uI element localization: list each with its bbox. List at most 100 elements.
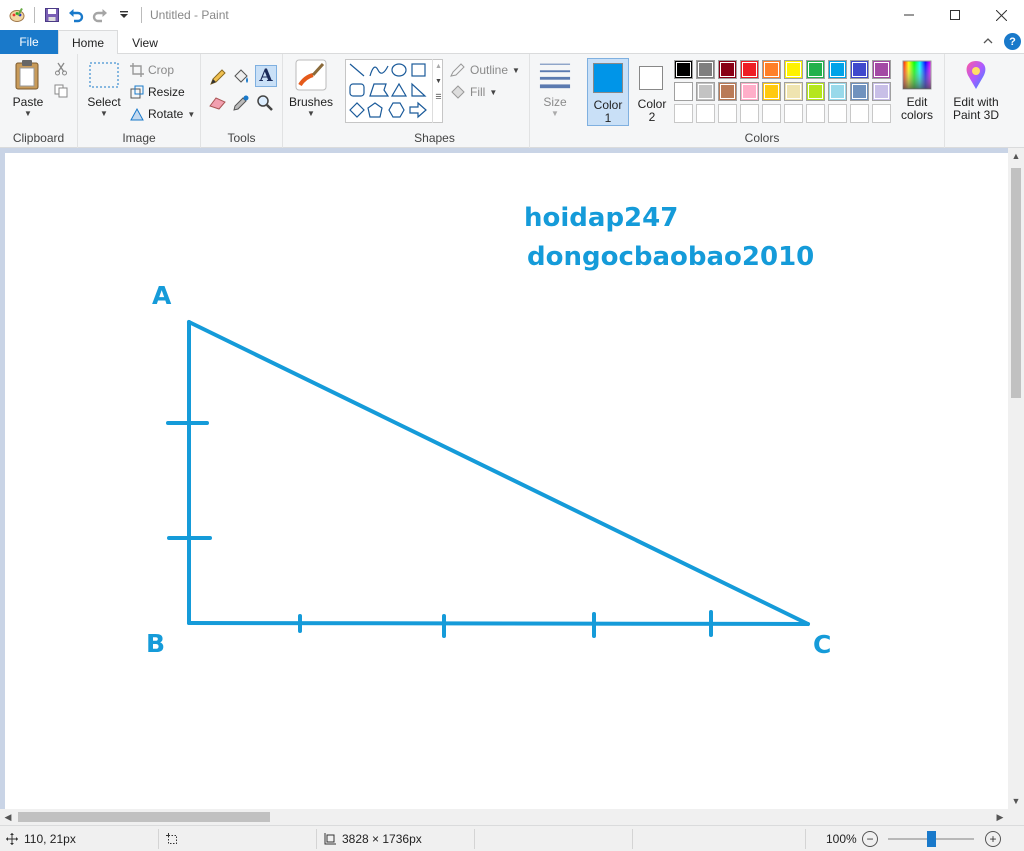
palette-color-swatch[interactable] xyxy=(718,82,737,101)
paint-app-icon[interactable] xyxy=(8,6,26,24)
tab-home[interactable]: Home xyxy=(58,30,118,55)
minimize-button[interactable] xyxy=(886,0,932,30)
color-picker-icon[interactable] xyxy=(232,94,250,115)
color2-button[interactable]: Color 2 xyxy=(631,58,673,126)
zoom-in-button[interactable]: + xyxy=(985,831,1001,847)
zoom-slider-thumb[interactable] xyxy=(927,831,936,847)
custom-color-slot[interactable] xyxy=(718,104,737,123)
minus-icon: − xyxy=(866,832,874,846)
outline-button[interactable]: Outline ▼ xyxy=(450,63,520,77)
window-title: Untitled - Paint xyxy=(150,8,229,22)
selection-size xyxy=(166,826,179,851)
edit-with-paint3d-label: Edit with Paint 3D xyxy=(953,96,999,122)
brushes-button[interactable]: Brushes ▼ xyxy=(289,58,333,118)
chevron-down-icon: ▼ xyxy=(1011,796,1021,806)
redo-icon[interactable] xyxy=(91,6,109,24)
paste-label: Paste xyxy=(12,95,44,109)
quick-access-toolbar xyxy=(0,6,144,24)
chevron-down-icon: ▼ xyxy=(551,109,559,118)
chevron-up-icon: ▲ xyxy=(435,63,442,70)
palette-color-swatch[interactable] xyxy=(674,82,693,101)
palette-color-swatch[interactable] xyxy=(872,82,891,101)
palette-color-swatch[interactable] xyxy=(718,60,737,79)
resize-button[interactable]: Resize xyxy=(130,85,185,99)
selection-size-icon xyxy=(166,832,177,844)
custom-color-slot[interactable] xyxy=(850,104,869,123)
copy-icon[interactable] xyxy=(54,84,68,101)
horizontal-scrollbar[interactable]: ◀ ▶ xyxy=(0,809,1008,825)
scroll-right-button[interactable]: ▶ xyxy=(992,809,1008,825)
undo-icon[interactable] xyxy=(67,6,85,24)
custom-color-slot[interactable] xyxy=(806,104,825,123)
edit-colors-button[interactable]: Edit colors xyxy=(898,58,936,122)
palette-color-swatch[interactable] xyxy=(784,82,803,101)
color1-label-line2: 1 xyxy=(604,111,612,125)
status-divider xyxy=(474,829,475,849)
custom-color-slot[interactable] xyxy=(872,104,891,123)
collapse-ribbon-button[interactable] xyxy=(980,33,996,49)
eraser-icon[interactable] xyxy=(209,96,227,113)
custom-color-slot[interactable] xyxy=(674,104,693,123)
palette-color-swatch[interactable] xyxy=(762,60,781,79)
palette-color-swatch[interactable] xyxy=(850,82,869,101)
palette-color-swatch[interactable] xyxy=(696,60,715,79)
cut-icon[interactable] xyxy=(54,62,68,79)
close-button[interactable] xyxy=(978,0,1024,30)
custom-color-slot[interactable] xyxy=(762,104,781,123)
horizontal-scroll-thumb[interactable] xyxy=(18,812,270,822)
palette-color-swatch[interactable] xyxy=(740,82,759,101)
custom-color-slot[interactable] xyxy=(828,104,847,123)
toolbar-separator xyxy=(34,7,35,23)
vertical-scroll-thumb[interactable] xyxy=(1011,168,1021,398)
select-button[interactable]: Select ▼ xyxy=(86,58,122,118)
paste-button[interactable]: Paste ▼ xyxy=(10,58,46,118)
customize-toolbar-icon[interactable] xyxy=(115,6,133,24)
clipboard-group-label: Clipboard xyxy=(12,131,65,145)
scroll-left-button[interactable]: ◀ xyxy=(0,809,16,825)
vertical-scrollbar[interactable]: ▲ ▼ xyxy=(1008,148,1024,809)
palette-color-swatch[interactable] xyxy=(696,82,715,101)
palette-color-swatch[interactable] xyxy=(872,60,891,79)
color1-button[interactable]: Color 1 xyxy=(587,58,629,126)
palette-color-swatch[interactable] xyxy=(828,82,847,101)
rotate-icon xyxy=(130,107,144,121)
palette-color-swatch[interactable] xyxy=(784,60,803,79)
palette-color-swatch[interactable] xyxy=(828,60,847,79)
drawing-canvas[interactable]: hoidap247 dongocbaobao2010 A B C xyxy=(5,153,1008,809)
rotate-label: Rotate xyxy=(148,107,184,121)
chevron-down-icon: ▼ xyxy=(187,109,196,119)
palette-color-swatch[interactable] xyxy=(740,60,759,79)
magnifier-icon[interactable] xyxy=(256,94,274,115)
line-size-icon xyxy=(539,58,571,92)
fill-bucket-icon[interactable] xyxy=(232,68,250,89)
palette-color-swatch[interactable] xyxy=(806,82,825,101)
custom-color-slot[interactable] xyxy=(784,104,803,123)
color-palette xyxy=(674,60,898,126)
shapes-scroll[interactable]: ▲ ▼ ☰ xyxy=(432,59,444,123)
vertex-label-a: A xyxy=(152,281,172,310)
pencil-icon[interactable] xyxy=(209,68,227,89)
custom-color-slot[interactable] xyxy=(696,104,715,123)
shapes-gallery[interactable] xyxy=(345,59,443,123)
maximize-button[interactable] xyxy=(932,0,978,30)
rotate-button[interactable]: Rotate ▼ xyxy=(130,107,195,121)
crop-button[interactable]: Crop xyxy=(130,63,174,77)
scroll-up-button[interactable]: ▲ xyxy=(1008,148,1024,164)
edit-with-paint3d-button[interactable]: Edit with Paint 3D xyxy=(947,58,1005,122)
help-button[interactable]: ? xyxy=(1004,33,1021,50)
palette-color-swatch[interactable] xyxy=(806,60,825,79)
scroll-down-button[interactable]: ▼ xyxy=(1008,793,1024,809)
palette-color-swatch[interactable] xyxy=(762,82,781,101)
chevron-right-icon: ▶ xyxy=(996,811,1004,822)
custom-color-slot[interactable] xyxy=(740,104,759,123)
color2-label-line1: Color xyxy=(637,97,667,111)
palette-color-swatch[interactable] xyxy=(850,60,869,79)
size-button[interactable]: Size ▼ xyxy=(537,58,573,118)
palette-color-swatch[interactable] xyxy=(674,60,693,79)
text-tool-icon[interactable]: A xyxy=(255,65,277,87)
zoom-out-button[interactable]: − xyxy=(862,831,878,847)
tab-view[interactable]: View xyxy=(120,30,170,55)
fill-button[interactable]: Fill ▼ xyxy=(450,85,497,99)
save-icon[interactable] xyxy=(43,6,61,24)
tab-file[interactable]: File xyxy=(0,30,58,54)
